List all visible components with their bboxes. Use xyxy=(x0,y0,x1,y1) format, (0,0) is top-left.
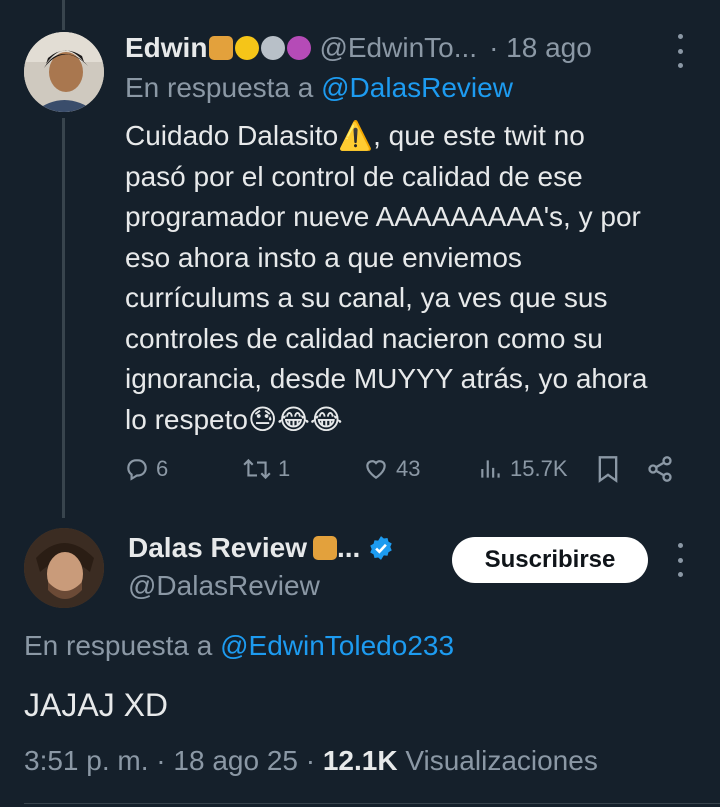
divider xyxy=(24,803,720,804)
repost-icon xyxy=(243,458,271,480)
like-count: 43 xyxy=(396,456,421,481)
tweet-line: currículums a su canal, ya ves que sus xyxy=(125,282,608,313)
heart-icon xyxy=(366,460,386,479)
avatar[interactable] xyxy=(24,32,104,112)
more-options-icon[interactable] xyxy=(668,543,692,577)
medal-emoji xyxy=(261,36,286,60)
tweet-meta: 3:51 p. m. · 18 ago 25 · 12.1K Visualiza… xyxy=(24,745,598,777)
tweet-text: Cuidado Dalasito⚠️, que este twit no pas… xyxy=(125,116,705,440)
bee-emoji xyxy=(235,36,260,60)
views-label: Visualizaciones xyxy=(405,745,598,776)
tweet-line: programador nueve AAAAAAAAA's, y por xyxy=(125,201,641,232)
tweet-line: lo respeto😓😂😂 xyxy=(125,403,343,435)
reply-prefix: En respuesta a xyxy=(125,72,314,103)
timestamp[interactable]: 3:51 p. m. · 18 ago 25 · xyxy=(24,745,315,776)
tweet-time[interactable]: · 18 ago xyxy=(489,32,592,64)
reply-icon xyxy=(127,459,147,481)
reply-to-link[interactable]: @DalasReview xyxy=(321,72,513,103)
bookmark-icon xyxy=(598,456,618,483)
author-name[interactable]: Edwin xyxy=(125,32,207,64)
like-button[interactable]: 43 xyxy=(362,456,478,482)
analytics-icon xyxy=(481,460,500,478)
author-name[interactable]: Dalas Review xyxy=(128,532,307,564)
reply-to-link[interactable]: @EdwinToledo233 xyxy=(220,630,454,661)
thread-line xyxy=(62,118,65,518)
views-count: 15.7K xyxy=(510,456,568,481)
tweet-text: JAJAJ XD xyxy=(24,687,169,723)
reply-context: En respuesta a @DalasReview xyxy=(125,72,513,104)
reply-button[interactable]: 6 xyxy=(124,456,242,482)
author-handle[interactable]: @DalasReview xyxy=(128,570,320,602)
tweet-line: Cuidado Dalasito⚠️, que este twit no xyxy=(125,120,585,151)
verified-badge-icon xyxy=(370,536,393,560)
more-options-icon[interactable] xyxy=(668,34,692,68)
reply-count: 6 xyxy=(156,456,169,481)
bread-emoji xyxy=(313,536,337,560)
bread-emoji xyxy=(209,36,234,60)
author-handle[interactable]: @EdwinTo... xyxy=(319,32,477,64)
repost-count: 1 xyxy=(278,456,291,481)
avatar[interactable] xyxy=(24,528,104,608)
tweet-line: ignorancia, desde MUYYY atrás, yo ahora xyxy=(125,363,648,394)
tweet-actions: 6 1 43 15.7K xyxy=(124,449,694,489)
person-emoji xyxy=(287,36,312,60)
views-count: 12.1K xyxy=(322,745,398,776)
tweet-line: controles de calidad nacieron como su xyxy=(125,322,603,354)
tweet-line: pasó por el control de calidad de ese xyxy=(125,160,583,192)
views-button[interactable]: 15.7K xyxy=(478,456,596,482)
share-button[interactable] xyxy=(646,455,674,483)
tweet-header: Edwin @EdwinTo... · 18 ago xyxy=(125,30,700,66)
reply-prefix: En respuesta a xyxy=(24,630,213,661)
thread-line-top xyxy=(62,0,65,30)
reply-context: En respuesta a @EdwinToledo233 xyxy=(24,630,454,662)
share-icon xyxy=(648,456,672,482)
bookmark-button[interactable] xyxy=(596,455,646,483)
tweet-line: eso ahora insto a que enviemos xyxy=(125,241,522,273)
tweet-header: Dalas Review ... xyxy=(128,532,394,564)
name-ellipsis: ... xyxy=(337,532,361,563)
repost-button[interactable]: 1 xyxy=(242,456,362,482)
subscribe-button[interactable]: Suscribirse xyxy=(452,537,648,583)
